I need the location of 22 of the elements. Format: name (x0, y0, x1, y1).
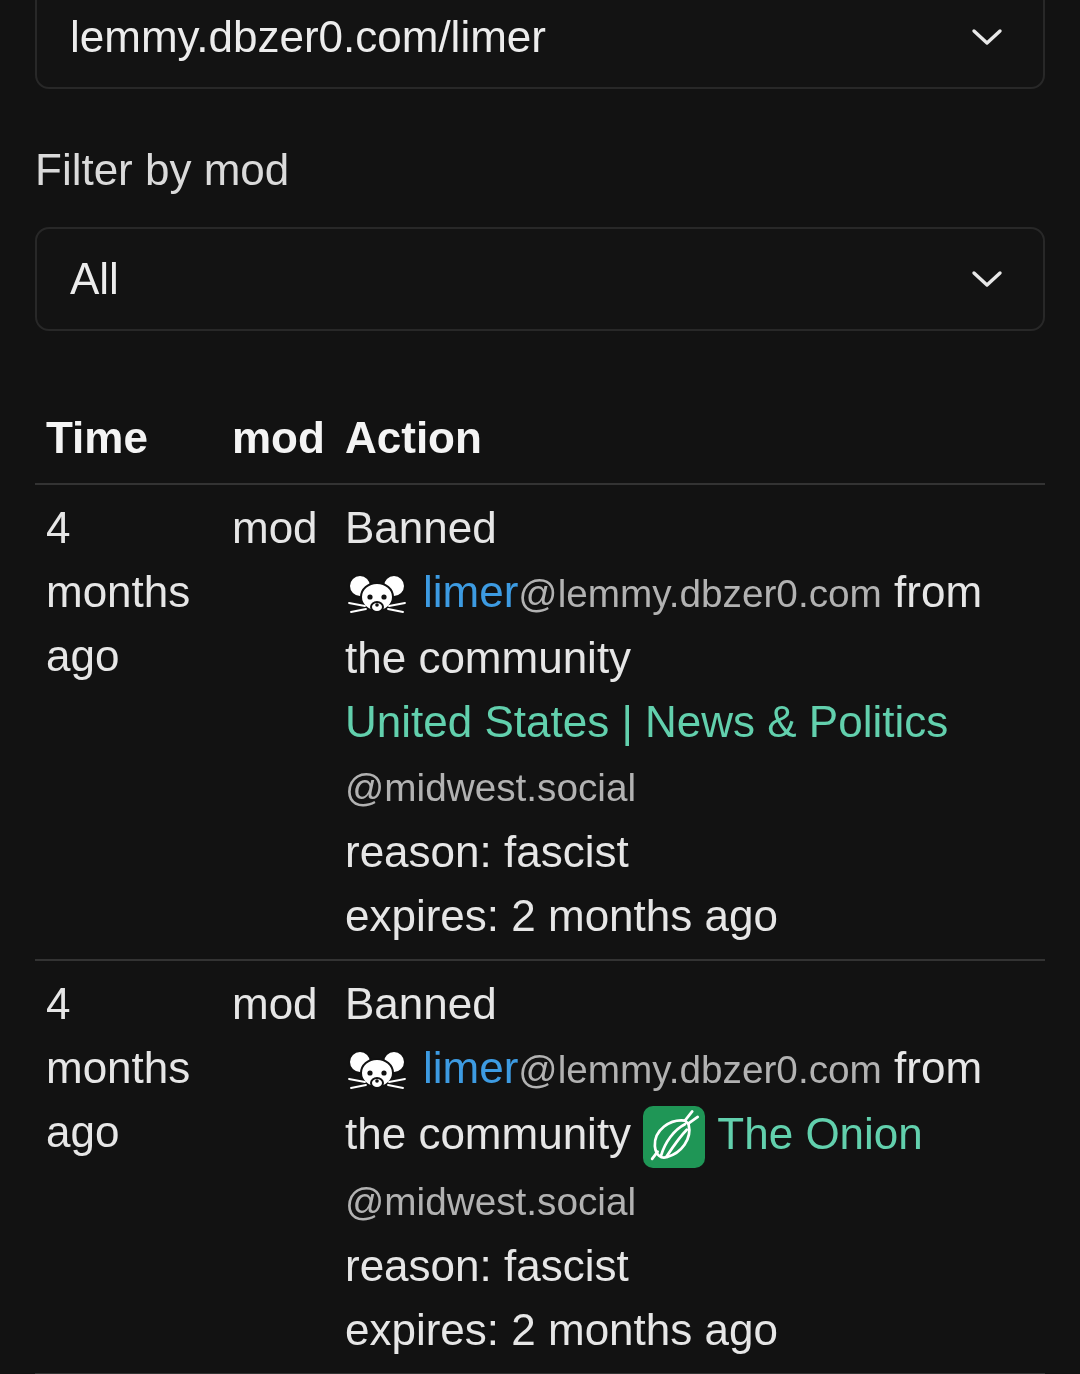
column-header: mod (221, 393, 334, 484)
time-cell: 4 months ago (35, 484, 221, 960)
community-link[interactable]: The Onion (717, 1109, 923, 1158)
column-header: Time (35, 393, 221, 484)
user-link[interactable]: limer@lemmy.dbzer0.com (345, 567, 882, 616)
reason-text: reason: fascist (345, 1240, 630, 1293)
expiry-text: expires: 2 months ago (345, 890, 779, 942)
expiry-text: expires: 2 months ago (345, 1304, 779, 1357)
chevron-down-icon (971, 270, 1003, 288)
reason-text: reason: fascist (345, 826, 630, 878)
time-cell: 4 months ago (35, 960, 221, 1374)
ban-description: Banned limer@lemmy.dbzer0.com from the community The Onion @midwest.social (345, 978, 984, 1226)
user-link[interactable]: limer@lemmy.dbzer0.com (345, 1043, 882, 1092)
column-header: Action (334, 393, 1045, 484)
moderator-cell: mod (221, 484, 334, 960)
ban-description: Banned limer@lemmy.dbzer0.com from the community United States | News & Politics @midwest.social (345, 502, 984, 811)
dropdown-select[interactable]: lemmy.dbzer0.com/limer (35, 0, 1045, 89)
dropdown-select[interactable]: All (35, 227, 1045, 331)
moderator-cell: mod (221, 960, 334, 1374)
community-link[interactable]: United States | News & Politics (345, 697, 949, 746)
filter-label: Filter by mod (35, 144, 291, 196)
chevron-down-icon (971, 28, 1003, 46)
